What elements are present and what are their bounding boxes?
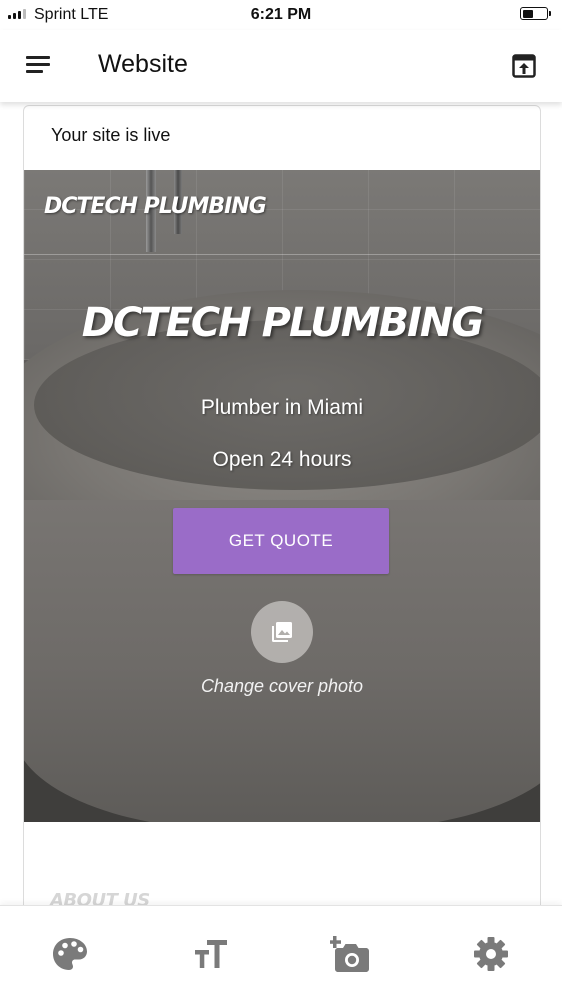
website-preview-card: Your site is live DCTECH PLUMBING DCTECH… [23,105,541,937]
photo-library-icon [272,622,292,642]
hero-tagline-category[interactable]: Plumber in Miami [24,396,540,420]
header-divider [24,254,540,255]
site-status-text: Your site is live [51,125,171,145]
text-size-icon[interactable] [191,934,231,974]
change-cover-photo-link[interactable]: Change cover photo [24,676,540,697]
bottom-toolbar [0,905,562,1001]
add-photo-icon[interactable] [329,934,370,974]
hero-title[interactable]: DCTECH PLUMBING [24,300,540,346]
palette-icon[interactable] [50,934,90,974]
battery-icon [520,7,551,20]
app-bar: Website [0,30,562,102]
hamburger-menu-icon[interactable] [26,56,50,74]
status-bar: Sprint LTE 6:21 PM [0,0,562,30]
settings-gear-icon[interactable] [471,934,511,974]
hero-tagline-hours[interactable]: Open 24 hours [24,448,540,472]
status-time: 6:21 PM [250,6,312,23]
open-in-browser-icon[interactable] [512,54,536,78]
page-title: Website [98,50,188,78]
hero-cover: DCTECH PLUMBING DCTECH PLUMBING Plumber … [24,170,540,822]
get-quote-button[interactable]: GET QUOTE [173,508,389,574]
change-cover-photo-button[interactable] [251,601,313,663]
site-logo[interactable]: DCTECH PLUMBING [44,194,267,219]
